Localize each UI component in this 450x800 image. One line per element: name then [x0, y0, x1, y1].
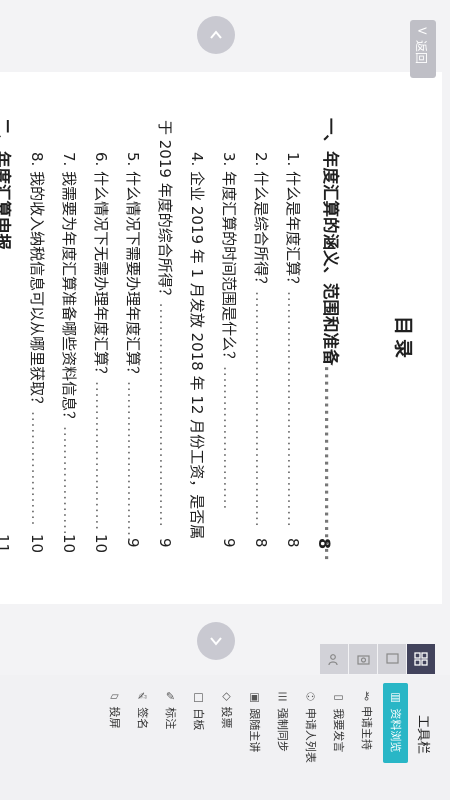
members-tab[interactable] — [320, 644, 348, 674]
toc-page-number: 9 — [220, 538, 238, 548]
toc-section-2[interactable]: 二、年度汇算申报 — [0, 118, 16, 250]
toc-item-label: 3. 年度汇算的时间范围是什么？ — [220, 152, 238, 367]
toc-item-label: 4. 企业 2019 年 1 月发放 2018 年 12 月份工资，是否属 — [188, 152, 206, 540]
tool-label: 申请人列表 — [304, 707, 317, 763]
toc-section-1-label: 一、年度汇算的涵义、范围和准备 — [321, 118, 340, 366]
toc-dots: ........................................… — [284, 291, 302, 528]
toc-item[interactable]: 于 2019 年度的综合所得？.........................… — [155, 120, 176, 528]
back-button[interactable]: < 返回 — [410, 20, 436, 78]
toc-dots: ........................................… — [252, 291, 270, 528]
toc-page-number: 10 — [92, 534, 110, 554]
scroll-down-button[interactable] — [197, 622, 235, 660]
toc-item-label: 1. 什么是年度汇算？ — [284, 152, 302, 292]
toc-page-number: 9 — [124, 538, 142, 548]
tool-sign[interactable]: ✍ 签名 — [135, 690, 151, 730]
toc-item-label: 5. 什么情况下需要办理年度汇算？ — [124, 152, 142, 382]
toc-title: 目录 — [392, 316, 414, 363]
screen-tab[interactable] — [378, 644, 406, 674]
key-icon: ⚷ — [362, 689, 372, 703]
tool-label: 资料浏览 — [389, 708, 402, 753]
monitor-icon — [385, 652, 399, 664]
toc-item[interactable]: 5. 什么情况下需要办理年度汇算？.......................… — [123, 152, 144, 543]
toc-page-number: 8 — [284, 538, 302, 548]
tool-annotate[interactable]: ✎ 标注 — [163, 690, 179, 730]
people-icon: ⚇ — [306, 690, 316, 704]
tool-label: 标注 — [164, 707, 177, 730]
pen-icon: ✎ — [166, 690, 176, 704]
toc-item[interactable]: 2. 什么是综合所得？.............................… — [251, 152, 272, 528]
toc-item[interactable]: 8. 我的收入纳税信息可以从哪里获取？.................... — [27, 152, 48, 526]
tool-applicant-list[interactable]: ⚇ 申请人列表 — [303, 690, 319, 763]
vote-icon: ◇ — [222, 689, 232, 703]
toc-dots: ......................... — [220, 366, 238, 511]
tool-label: 白板 — [192, 708, 205, 731]
tool-label: 跟随主讲 — [248, 708, 261, 753]
tool-materials-browse[interactable]: ▤ 资料浏览 — [388, 690, 404, 753]
doc-icon: ▤ — [390, 690, 402, 704]
toc-dots: .................... — [28, 411, 46, 527]
toc-item-label: 7. 我需要为年度汇算准备哪些资料信息？ — [60, 152, 78, 427]
sync-icon: ☰ — [278, 690, 288, 704]
cast-icon: ▱ — [110, 689, 120, 703]
tool-label: 我要发言 — [332, 708, 345, 753]
toc-dots: ............................ — [124, 381, 142, 543]
toolbar-title: 工具栏 — [415, 715, 430, 755]
toc-item-label: 6. 什么情况下无需办理年度汇算？ — [92, 152, 110, 382]
grid-view-tab[interactable] — [407, 644, 435, 674]
follow-icon: ▣ — [249, 690, 261, 704]
tool-label: 强制同步 — [276, 707, 289, 752]
toc-page-number: 8 — [315, 538, 334, 550]
tool-label: 投屏 — [108, 706, 121, 729]
whiteboard-icon: □ — [193, 690, 205, 704]
toc-page-number: 10 — [60, 534, 78, 554]
toc-section-1[interactable]: 一、年度汇算的涵义、范围和准备.........................… — [320, 118, 344, 562]
camera-tab[interactable] — [349, 644, 377, 674]
camera-icon — [356, 654, 370, 665]
toc-page-number: 9 — [156, 538, 174, 548]
back-button-label: 返回 — [414, 40, 428, 65]
tool-speak[interactable]: ▭ 我要发言 — [331, 690, 347, 753]
toc-item[interactable]: 3. 年度汇算的时间范围是什么？........................… — [219, 152, 240, 510]
tool-label: 签名 — [136, 707, 149, 730]
toc-item-label: 于 2019 年度的综合所得？ — [156, 120, 174, 303]
toc-section-2-label: 二、年度汇算申报 — [0, 118, 12, 250]
toc-item[interactable]: 7. 我需要为年度汇算准备哪些资料信息？................... — [59, 152, 80, 536]
toc-dots: ....................................... — [156, 302, 174, 528]
tool-follow-presenter[interactable]: ▣ 跟随主讲 — [247, 690, 263, 753]
toc-item[interactable]: 4. 企业 2019 年 1 月发放 2018 年 12 月份工资，是否属 — [187, 152, 208, 539]
toc-item-label: 2. 什么是综合所得？ — [252, 152, 270, 292]
chat-icon: ▭ — [333, 690, 345, 704]
toc-dots: ........................... — [321, 365, 340, 562]
tool-label: 申请主持 — [360, 706, 373, 751]
toc-item[interactable]: 1. 什么是年度汇算？.............................… — [283, 152, 304, 528]
toc-item[interactable]: 6. 什么情况下无需办理年度汇算？.......................… — [91, 152, 112, 531]
toc-item-label: 8. 我的收入纳税信息可以从哪里获取？ — [28, 152, 46, 412]
scroll-up-button[interactable] — [197, 16, 235, 54]
tool-vote[interactable]: ◇ 投票 — [219, 689, 235, 729]
tool-force-sync[interactable]: ☰ 强制同步 — [275, 690, 291, 752]
toc-page-number: 11 — [0, 534, 12, 554]
tool-label: 投票 — [220, 706, 233, 729]
sign-icon: ✍ — [138, 690, 148, 704]
people-icon — [327, 653, 338, 665]
toc-dots: .......................... — [92, 381, 110, 532]
grid-icon — [414, 652, 428, 666]
chevron-up-icon — [210, 30, 222, 39]
toc-page-number: 10 — [28, 534, 46, 554]
toc-dots: ................... — [60, 426, 78, 536]
chevron-left-icon: < — [417, 24, 428, 39]
tool-whiteboard[interactable]: □ 白板 — [191, 690, 207, 731]
chevron-down-icon — [210, 637, 222, 646]
tool-cast[interactable]: ▱ 投屏 — [107, 689, 123, 729]
toc-page-number: 8 — [252, 538, 270, 548]
tool-apply-host[interactable]: ⚷ 申请主持 — [359, 689, 375, 751]
